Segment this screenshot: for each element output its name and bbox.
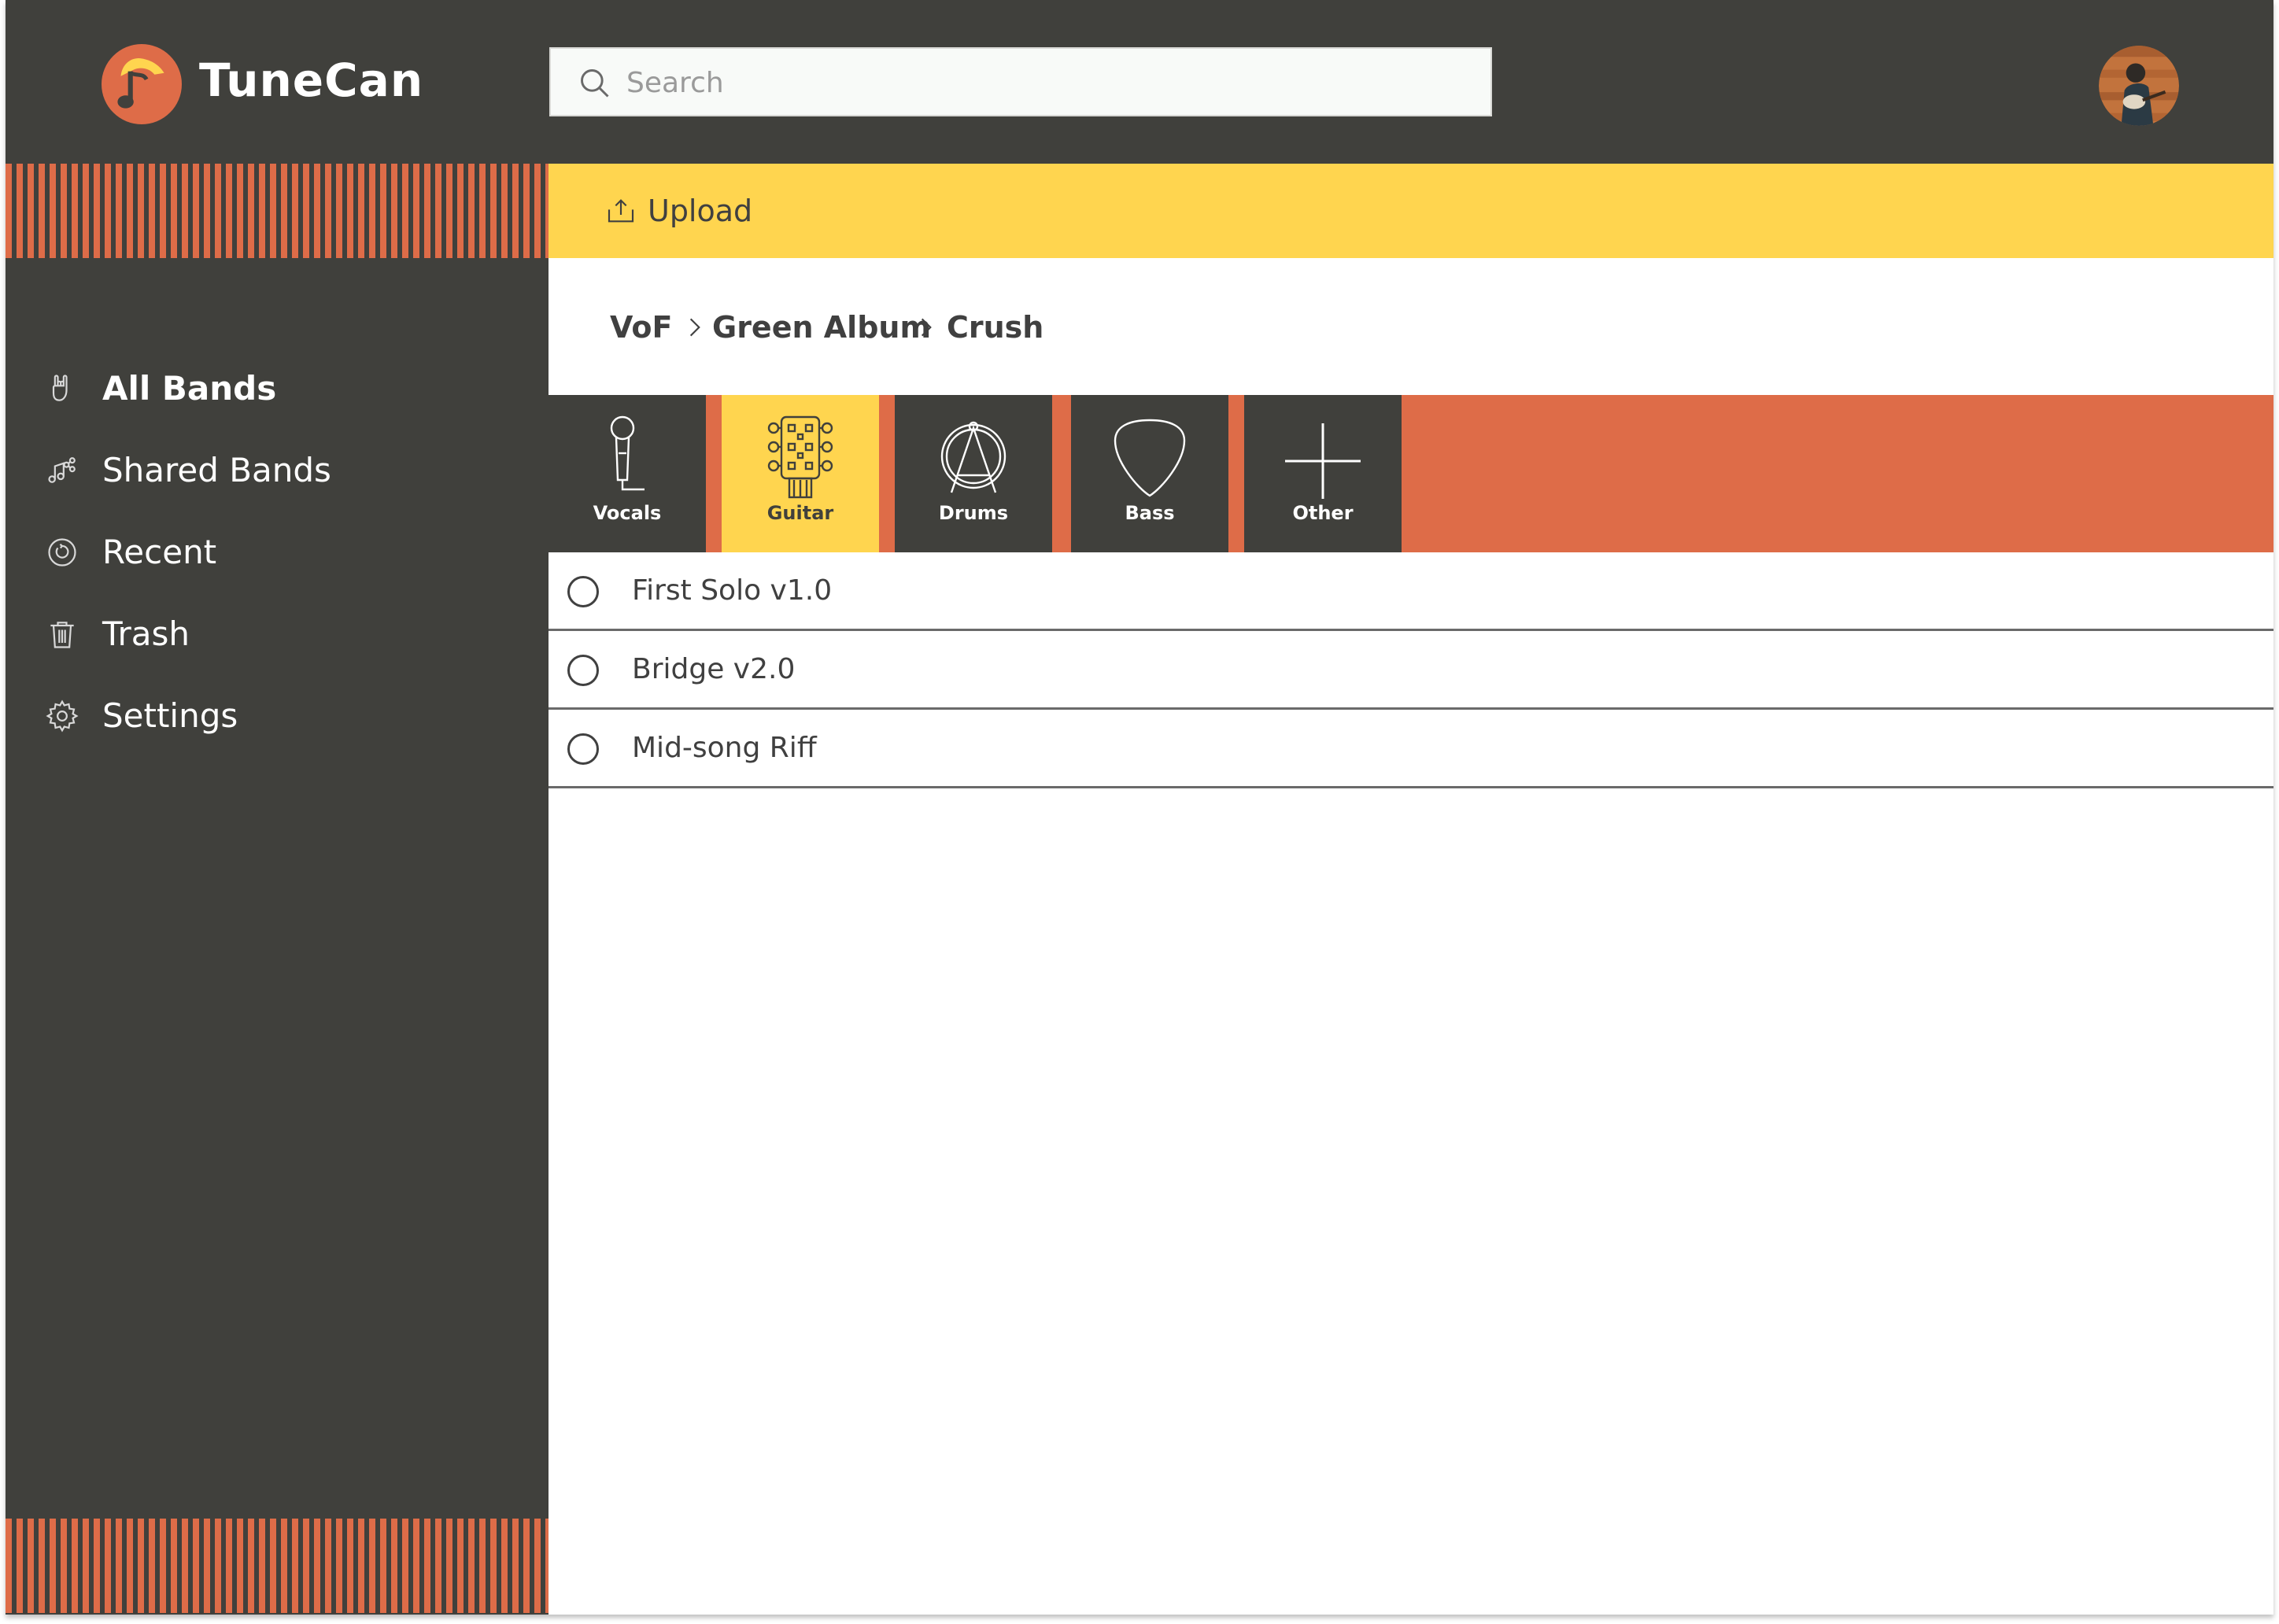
tab-bass[interactable]: Bass (1071, 395, 1228, 552)
tab-guitar[interactable]: Guitar (722, 395, 879, 552)
sidebar-item-label: Recent (102, 533, 217, 571)
tunecan-logo-icon[interactable] (102, 44, 182, 124)
trash-icon (50, 622, 74, 648)
sidebar-item-recent[interactable]: Recent (6, 516, 549, 589)
app-window: TuneCan Search All Bands Shared Bands Re… (6, 0, 2273, 1615)
list-item[interactable]: Mid-song Riff (549, 710, 2273, 788)
tab-label: Other (1292, 502, 1354, 524)
top-bar: TuneCan (6, 0, 2273, 164)
plus-icon (1285, 423, 1361, 499)
rock-hand-icon (52, 375, 68, 401)
sidebar-item-all-bands[interactable]: All Bands (6, 352, 549, 425)
guitar-headstock-icon (767, 415, 833, 499)
select-radio[interactable] (567, 655, 599, 686)
user-avatar[interactable] (2099, 46, 2179, 126)
tab-label: Guitar (766, 502, 834, 524)
brand-name: TuneCan (199, 54, 424, 107)
upload-bar: Upload (549, 164, 2273, 258)
select-radio[interactable] (567, 733, 599, 765)
tab-other[interactable]: Other (1244, 395, 1402, 552)
tab-drums[interactable]: Drums (895, 395, 1052, 552)
chevron-right-icon (689, 318, 700, 337)
select-radio[interactable] (567, 576, 599, 607)
sidebar-item-label: Settings (102, 696, 238, 735)
search-input[interactable] (626, 58, 1476, 107)
list-item[interactable]: First Solo v1.0 (549, 552, 2273, 631)
upload-icon (608, 199, 634, 223)
guitar-pick-icon (1114, 419, 1186, 497)
sidebar-item-shared-bands[interactable]: Shared Bands (6, 434, 549, 507)
shared-music-icon (48, 457, 76, 483)
list-item[interactable]: Bridge v2.0 (549, 631, 2273, 710)
search-box[interactable] (549, 47, 1492, 116)
search-icon (581, 69, 609, 98)
tab-label: Vocals (593, 502, 662, 524)
drum-icon (940, 421, 1007, 493)
sidebar-stripes-bottom (6, 1519, 549, 1613)
sidebar-item-label: All Bands (102, 369, 277, 408)
file-name: First Solo v1.0 (632, 574, 833, 607)
instrument-tabs: Vocals Guitar Drums Bass Other (549, 395, 2273, 552)
sidebar: All Bands Shared Bands Recent Trash Sett… (6, 164, 549, 1615)
sidebar-item-settings[interactable]: Settings (6, 680, 549, 752)
chevron-right-icon (921, 318, 932, 337)
breadcrumb-item-crush: Crush (947, 310, 1044, 345)
sidebar-item-trash[interactable]: Trash (6, 598, 549, 670)
recent-clock-icon (48, 538, 76, 567)
breadcrumb: VoF Green Album Crush (549, 258, 2273, 395)
tab-label: Drums (938, 502, 1009, 524)
file-name: Bridge v2.0 (632, 653, 796, 685)
file-name: Mid-song Riff (632, 732, 817, 764)
breadcrumb-item-green-album[interactable]: Green Album (712, 302, 931, 352)
tab-vocals[interactable]: Vocals (549, 395, 706, 552)
breadcrumb-item-vof[interactable]: VoF (610, 302, 672, 352)
sidebar-item-label: Shared Bands (102, 451, 331, 489)
tab-label: Bass (1125, 502, 1175, 524)
sidebar-stripes-top (6, 164, 549, 258)
upload-label: Upload (648, 194, 753, 228)
gear-icon (46, 699, 79, 733)
sidebar-item-label: Trash (102, 615, 190, 653)
microphone-icon (610, 415, 645, 491)
